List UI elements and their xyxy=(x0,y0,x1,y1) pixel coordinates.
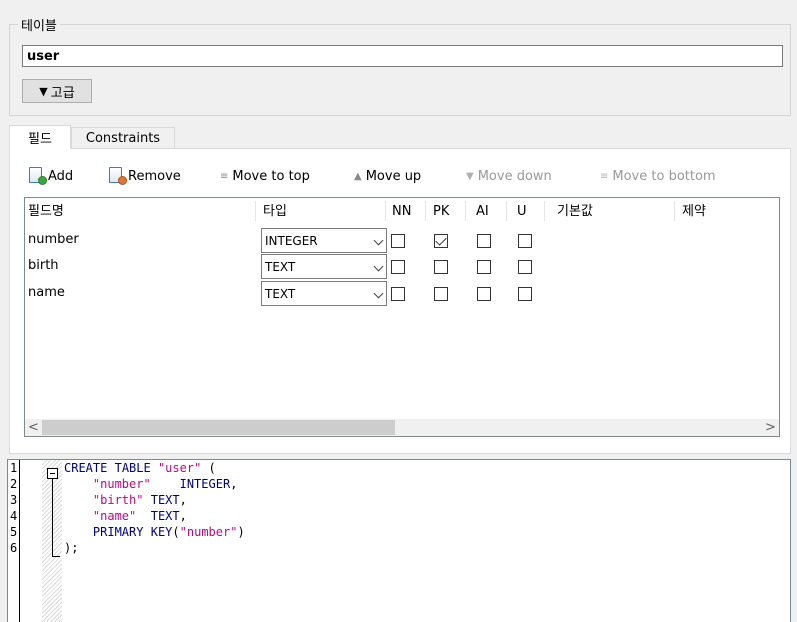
scroll-left-icon[interactable]: < xyxy=(25,419,42,436)
line-number: 6 xyxy=(10,541,18,555)
sql-line: PRIMARY KEY("number") xyxy=(92,525,245,539)
pk-checkbox[interactable] xyxy=(434,260,448,274)
move-to-top-button[interactable]: ≡ Move to top xyxy=(220,165,310,187)
add-field-button[interactable]: Add xyxy=(28,165,73,187)
field-type-select[interactable]: TEXT xyxy=(261,254,387,279)
remove-label: Remove xyxy=(128,168,181,184)
remove-field-button[interactable]: Remove xyxy=(108,165,181,187)
field-type-value: TEXT xyxy=(265,286,296,301)
column-separator xyxy=(425,201,426,221)
ai-checkbox[interactable] xyxy=(477,260,491,274)
fold-collapse-icon[interactable] xyxy=(47,468,58,479)
pk-checkbox[interactable] xyxy=(434,287,448,301)
pk-checkbox[interactable] xyxy=(434,234,448,248)
chevron-down-icon xyxy=(373,261,384,272)
line-number: 1 xyxy=(10,461,18,475)
tab-fields[interactable]: 필드 xyxy=(9,125,71,149)
tab-constraints-label: Constraints xyxy=(85,131,161,146)
column-separator xyxy=(674,201,675,221)
move-to-bottom-button[interactable]: ≡ Move to bottom xyxy=(600,165,716,187)
sql-line: "birth" TEXT, xyxy=(92,493,187,507)
column-separator xyxy=(506,201,507,221)
tab-fields-label: 필드 xyxy=(28,132,52,147)
column-header-nn[interactable]: NN xyxy=(392,202,411,222)
unique-checkbox[interactable] xyxy=(518,260,532,274)
nn-checkbox[interactable] xyxy=(391,260,405,274)
column-separator xyxy=(465,201,466,221)
field-type-select[interactable]: INTEGER xyxy=(261,228,387,253)
move-down-label: Move down xyxy=(477,168,552,184)
move-up-icon: ▲ xyxy=(354,170,362,182)
column-header-pk[interactable]: PK xyxy=(433,202,449,222)
triangle-down-icon: ▼ xyxy=(39,84,48,98)
ai-checkbox[interactable] xyxy=(477,287,491,301)
tab-constraints[interactable]: Constraints xyxy=(71,127,175,149)
unique-checkbox[interactable] xyxy=(518,234,532,248)
chevron-down-icon xyxy=(373,288,384,299)
advanced-label: 고급 xyxy=(50,85,75,101)
table-group xyxy=(9,24,791,116)
unique-checkbox[interactable] xyxy=(518,287,532,301)
add-document-icon xyxy=(28,167,47,185)
move-up-label: Move up xyxy=(365,168,422,184)
column-header-name[interactable]: 필드명 xyxy=(28,202,64,222)
advanced-button[interactable]: ▼ 고급 xyxy=(22,79,92,103)
field-type-value: INTEGER xyxy=(265,233,318,248)
nn-checkbox[interactable] xyxy=(391,287,405,301)
nn-checkbox[interactable] xyxy=(391,234,405,248)
field-type-select[interactable]: TEXT xyxy=(261,281,387,306)
line-number: 5 xyxy=(10,525,18,539)
fold-guide-end xyxy=(52,556,60,557)
remove-document-icon xyxy=(108,167,127,185)
horizontal-scrollbar[interactable]: < > xyxy=(25,419,779,436)
fold-guide xyxy=(52,479,53,557)
field-name-cell[interactable]: birth xyxy=(28,253,59,279)
column-header-ai[interactable]: AI xyxy=(476,202,489,222)
move-to-top-icon: ≡ xyxy=(220,170,229,182)
column-separator xyxy=(544,201,545,221)
chevron-down-icon xyxy=(373,235,384,246)
column-header-default[interactable]: 기본값 xyxy=(557,202,593,222)
move-down-icon: ▼ xyxy=(466,170,474,182)
sql-line: "number" INTEGER, xyxy=(92,477,238,491)
table-name-input[interactable] xyxy=(22,45,783,67)
column-header-type[interactable]: 타입 xyxy=(263,202,287,222)
column-header-check[interactable]: 제약 xyxy=(682,202,706,222)
scrollbar-thumb[interactable] xyxy=(42,420,395,435)
field-name-cell[interactable]: number xyxy=(28,227,79,253)
column-separator xyxy=(255,201,256,221)
line-number: 3 xyxy=(10,493,18,507)
move-up-button[interactable]: ▲ Move up xyxy=(354,165,421,187)
sql-line: CREATE TABLE "user" ( xyxy=(64,461,216,475)
scroll-right-icon[interactable]: > xyxy=(762,419,779,436)
move-to-bottom-label: Move to bottom xyxy=(612,168,716,184)
column-separator xyxy=(385,201,386,221)
move-to-bottom-icon: ≡ xyxy=(600,170,609,182)
sql-preview[interactable]: 1 2 3 4 5 6 CREATE TABLE "user" ( "numbe… xyxy=(7,459,791,622)
move-to-top-label: Move to top xyxy=(232,168,310,184)
field-type-value: TEXT xyxy=(265,259,296,274)
add-label: Add xyxy=(48,168,74,184)
move-down-button[interactable]: ▼ Move down xyxy=(466,165,552,187)
sql-line: "name" TEXT, xyxy=(92,509,187,523)
ai-checkbox[interactable] xyxy=(477,234,491,248)
table-group-title: 테이블 xyxy=(18,15,60,34)
line-number: 4 xyxy=(10,509,18,523)
column-header-unique[interactable]: U xyxy=(517,202,527,222)
sql-line: ); xyxy=(64,541,79,555)
line-number: 2 xyxy=(10,477,18,491)
field-name-cell[interactable]: name xyxy=(28,280,65,306)
fields-grid: 필드명 타입 NN PK AI U 기본값 제약 number INTEGER … xyxy=(24,197,780,437)
